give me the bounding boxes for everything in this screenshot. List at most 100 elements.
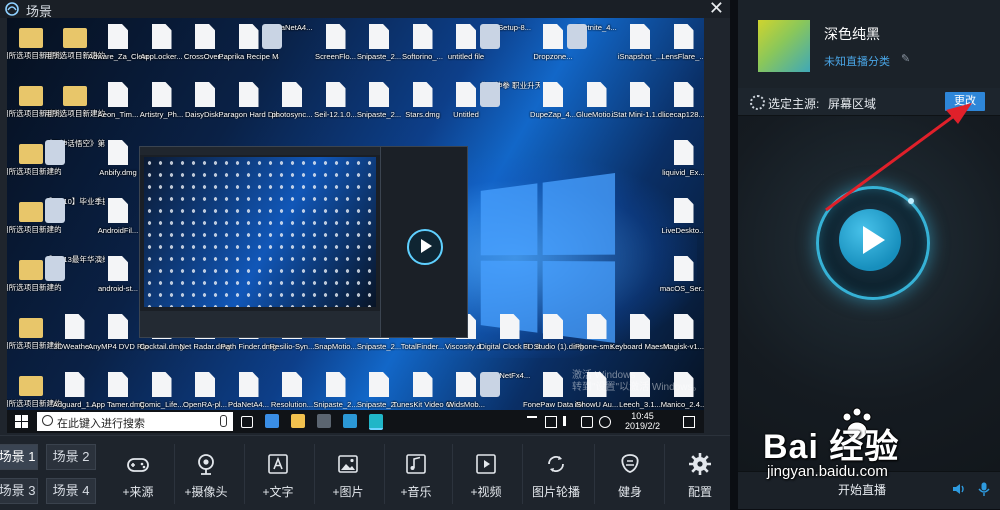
app-icon bbox=[479, 24, 500, 49]
file-icon bbox=[64, 372, 85, 397]
gear-icon bbox=[689, 453, 711, 475]
room-cover-thumbnail[interactable] bbox=[758, 20, 810, 72]
music-icon bbox=[406, 454, 426, 474]
start-live-button[interactable]: 开始直播 bbox=[838, 481, 886, 498]
file-icon bbox=[456, 82, 476, 107]
glow-spark bbox=[908, 198, 914, 204]
add-text-button[interactable]: +文字 bbox=[244, 452, 312, 502]
slideshow-button[interactable]: 图片轮播 bbox=[522, 452, 590, 502]
file-icon bbox=[108, 24, 128, 49]
speaker-icon[interactable] bbox=[952, 482, 966, 496]
nested-play-icon bbox=[407, 229, 443, 265]
microphone-icon[interactable] bbox=[978, 482, 990, 496]
taskbar-search-input[interactable]: 在此键入进行搜索 bbox=[37, 412, 233, 431]
desktop-icon-label: Magisk-v1... bbox=[663, 342, 704, 351]
activation-line-2: 转到"设置"以激活 Windows。 bbox=[572, 382, 703, 393]
file-icon bbox=[238, 82, 259, 107]
screen-preview[interactable]: 用所选项目新建的文件夹用所选项目新建的文件夹Adware_Za_Cleaner_… bbox=[7, 18, 704, 433]
taskbar-clock[interactable]: 10:45 2019/2/2 bbox=[625, 411, 660, 431]
app-icon bbox=[44, 256, 65, 281]
app-icon bbox=[44, 198, 65, 223]
edit-pencil-icon[interactable]: ✎ bbox=[901, 52, 910, 65]
desktop-icon[interactable]: licecap128... bbox=[654, 78, 704, 133]
search-icon bbox=[42, 415, 53, 426]
file-icon bbox=[543, 314, 563, 339]
file-icon bbox=[325, 82, 346, 107]
mail-icon[interactable] bbox=[343, 414, 357, 428]
file-icon bbox=[282, 82, 302, 107]
source-value: 屏幕区域 bbox=[828, 97, 877, 111]
desktop-icon[interactable]: LensFlare_... bbox=[654, 20, 704, 75]
room-profile: 深色纯黑 未知直播分类 ✎ bbox=[738, 0, 1000, 88]
file-icon bbox=[151, 372, 172, 397]
fitness-button[interactable]: 健身 bbox=[596, 452, 664, 502]
add-video-button[interactable]: +视频 bbox=[452, 452, 520, 502]
folder-icon bbox=[19, 376, 43, 396]
nested-preview-window bbox=[139, 146, 381, 338]
tool-label: +文字 bbox=[262, 485, 294, 499]
edge-icon[interactable] bbox=[265, 414, 279, 428]
desktop-icon[interactable]: liquivid_Ex... bbox=[654, 136, 704, 191]
windows-start-icon[interactable] bbox=[15, 415, 28, 428]
activation-line-1: 激活 Windows bbox=[572, 370, 636, 381]
desktop-icon[interactable]: macOS_Ser... bbox=[654, 252, 704, 307]
nested-live-panel bbox=[380, 146, 468, 338]
clock-time: 10:45 bbox=[631, 411, 654, 421]
file-icon bbox=[238, 24, 259, 49]
room-category-link[interactable]: 未知直播分类 bbox=[824, 53, 890, 69]
panel-footer: 开始直播 bbox=[738, 471, 1000, 509]
desktop-icon-label: LensFlare_... bbox=[661, 52, 704, 61]
folder-icon bbox=[19, 86, 43, 106]
file-icon bbox=[325, 24, 346, 49]
tool-label: +摄像头 bbox=[184, 485, 228, 499]
file-icon bbox=[195, 372, 215, 397]
file-icon bbox=[369, 82, 389, 107]
store-icon[interactable] bbox=[317, 414, 331, 428]
task-view-icon[interactable] bbox=[241, 416, 253, 428]
file-icon bbox=[108, 82, 128, 107]
add-camera-button[interactable]: +摄像头 bbox=[172, 452, 240, 502]
add-music-button[interactable]: +音乐 bbox=[382, 452, 450, 502]
scene-3-button[interactable]: 场景 3 bbox=[0, 478, 38, 504]
desktop-icon[interactable]: LiveDeskto... bbox=[654, 194, 704, 249]
volume-icon[interactable] bbox=[563, 416, 576, 426]
tool-label: +图片 bbox=[332, 485, 364, 499]
file-icon bbox=[369, 372, 389, 397]
input-method-icon[interactable] bbox=[581, 416, 593, 428]
file-icon bbox=[108, 314, 128, 339]
change-source-button[interactable]: 更改 bbox=[945, 92, 985, 111]
file-icon bbox=[195, 24, 215, 49]
video-icon bbox=[476, 454, 496, 474]
windows-taskbar: 在此键入进行搜索 10:45 2019/2/2 bbox=[7, 410, 704, 433]
microphone-icon[interactable] bbox=[220, 415, 227, 427]
add-image-button[interactable]: +图片 bbox=[314, 452, 382, 502]
language-icon[interactable] bbox=[599, 416, 611, 428]
file-icon bbox=[673, 256, 694, 281]
scene-4-button[interactable]: 场景 4 bbox=[46, 478, 96, 504]
settings-button[interactable]: 配置 bbox=[666, 452, 734, 502]
folder-icon bbox=[62, 86, 87, 106]
file-icon bbox=[586, 82, 607, 107]
loading-spinner-icon bbox=[750, 95, 765, 110]
app-icon bbox=[262, 24, 282, 49]
fitness-icon bbox=[621, 454, 639, 473]
notification-icon[interactable] bbox=[683, 416, 695, 428]
file-icon bbox=[412, 372, 433, 397]
live-panel: 深色纯黑 未知直播分类 ✎ 选定主源: 屏幕区域 更改 开始直播 bbox=[738, 0, 1000, 509]
file-icon bbox=[238, 372, 259, 397]
tray-chevron-icon[interactable] bbox=[527, 416, 537, 428]
file-explorer-icon[interactable] bbox=[291, 414, 305, 428]
file-icon bbox=[369, 24, 389, 49]
close-icon[interactable]: ✕ bbox=[709, 0, 724, 19]
network-icon[interactable] bbox=[545, 416, 557, 428]
file-icon bbox=[282, 372, 302, 397]
scene-2-button[interactable]: 场景 2 bbox=[46, 444, 96, 470]
image-icon bbox=[338, 455, 358, 473]
tool-label: +视频 bbox=[470, 485, 502, 499]
file-icon bbox=[151, 82, 172, 107]
desktop-icon-label: macOS_Ser... bbox=[659, 284, 704, 293]
add-source-button[interactable]: +来源 bbox=[104, 452, 172, 502]
live-app-taskbar-icon[interactable] bbox=[369, 414, 383, 430]
desktop-icon[interactable]: Magisk-v1... bbox=[654, 310, 705, 365]
scene-1-button[interactable]: 场景 1 bbox=[0, 444, 38, 470]
